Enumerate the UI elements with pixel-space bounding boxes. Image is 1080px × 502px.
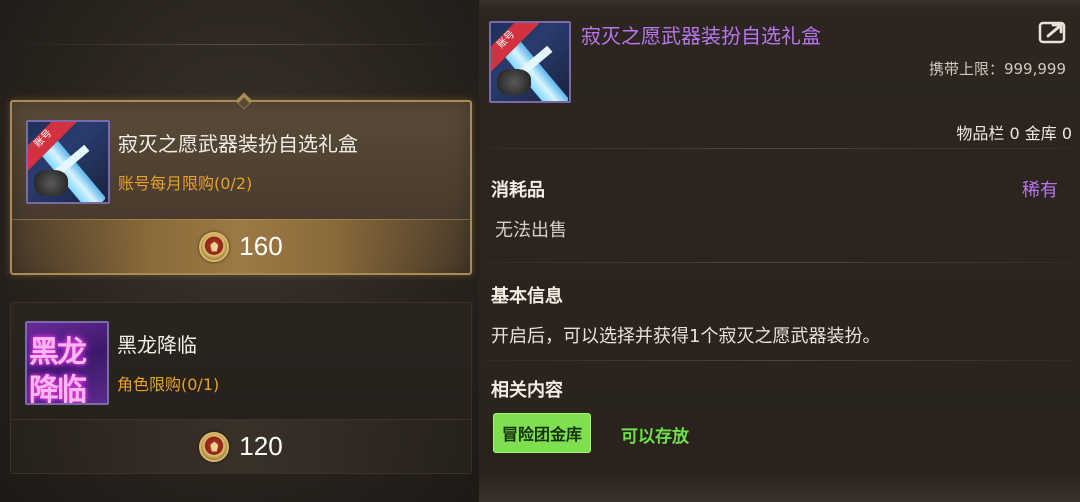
- related-heading: 相关内容: [491, 380, 563, 401]
- divider: [487, 148, 1072, 149]
- black-dragon-icon: 黑龙 降临: [25, 321, 109, 405]
- buy-price-button[interactable]: 120: [11, 419, 471, 473]
- weapon-giftbox-icon: 账号: [489, 21, 571, 103]
- purchase-limit: 角色限购(0/1): [117, 375, 220, 394]
- carry-limit: 携带上限：999,999: [928, 60, 1066, 78]
- basic-info-heading: 基本信息: [491, 286, 563, 307]
- buy-price-button[interactable]: 160: [12, 219, 470, 273]
- item-name: 黑龙降临: [117, 333, 197, 357]
- rarity-label: 稀有: [1022, 180, 1058, 201]
- basic-info-text: 开启后，可以选择并获得1个寂灭之愿武器装扮。: [491, 326, 881, 347]
- shop-item-card[interactable]: 黑龙 降临 黑龙降临 角色限购(0/1) 120: [10, 302, 472, 474]
- adventure-vault-tag[interactable]: 冒险团金库: [493, 413, 592, 453]
- shop-item-card-selected[interactable]: 账号 寂灭之愿武器装扮自选礼盒 账号每月限购(0/2) 160: [10, 92, 472, 275]
- weapon-giftbox-icon: 账号: [26, 120, 110, 204]
- purchase-limit: 账号每月限购(0/2): [118, 174, 253, 193]
- price-value: 120: [239, 431, 283, 461]
- storage-count: 物品栏 0 金库 0: [956, 124, 1072, 143]
- divider: [487, 262, 1072, 263]
- storable-note: 可以存放: [621, 427, 689, 447]
- sell-status: 无法出售: [495, 220, 567, 241]
- item-name: 寂灭之愿武器装扮自选礼盒: [118, 132, 358, 156]
- divider: [487, 360, 1072, 361]
- coin-icon: [199, 231, 230, 262]
- coin-icon: [199, 431, 230, 462]
- shop-list-panel: 账号 寂灭之愿武器装扮自选礼盒 账号每月限购(0/2) 160 黑龙 降临 黑龙…: [0, 0, 479, 502]
- item-tooltip: 账号 寂灭之愿武器装扮自选礼盒 携带上限：999,999 物品栏 0 金库 0 …: [479, 12, 1080, 476]
- art-text: 降临: [29, 373, 87, 405]
- share-icon[interactable]: [1038, 20, 1068, 44]
- price-value: 160: [239, 231, 283, 261]
- item-title: 寂灭之愿武器装扮自选礼盒: [581, 24, 821, 48]
- item-category: 消耗品: [491, 180, 545, 201]
- item-detail-panel: 账号 寂灭之愿武器装扮自选礼盒 携带上限：999,999 物品栏 0 金库 0 …: [479, 0, 1080, 502]
- divider: [0, 44, 479, 45]
